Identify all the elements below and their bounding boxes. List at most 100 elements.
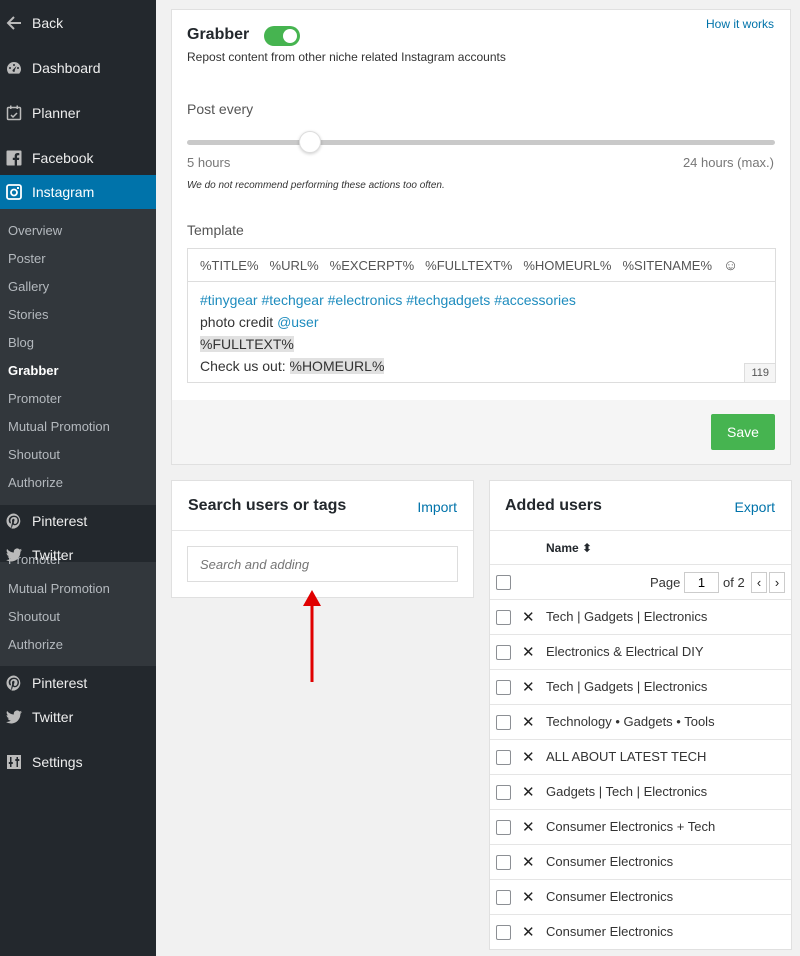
- remove-user-icon[interactable]: ✕: [522, 713, 535, 731]
- remove-user-icon[interactable]: ✕: [522, 678, 535, 696]
- sidebar-sub-promoter[interactable]: Promoter: [8, 391, 61, 406]
- grabber-panel: Grabber How it works Repost content from…: [171, 9, 791, 465]
- sidebar-sub-overview[interactable]: Overview: [8, 223, 62, 238]
- twitter-label: Twitter: [32, 547, 74, 563]
- facebook-icon: [6, 150, 22, 166]
- table-row: ✕ Tech | Gadgets | Electronics: [490, 670, 791, 705]
- template-variables-bar: %TITLE% %URL% %EXCERPT% %FULLTEXT% %HOME…: [188, 249, 775, 282]
- row-checkbox[interactable]: [496, 855, 511, 870]
- sidebar-sub-stories[interactable]: Stories: [8, 307, 48, 322]
- sidebar: Back Dashboard Planner Facebook Instagra…: [0, 0, 156, 956]
- back-link[interactable]: Back: [0, 10, 156, 36]
- user-name: ALL ABOUT LATEST TECH: [546, 749, 707, 764]
- row-checkbox[interactable]: [496, 680, 511, 695]
- page-number-input[interactable]: [684, 572, 719, 593]
- sidebar-sub-authorize-2[interactable]: Authorize: [8, 637, 63, 652]
- sidebar-sub-authorize[interactable]: Authorize: [8, 475, 63, 490]
- prev-page-button[interactable]: ‹: [751, 572, 767, 593]
- sidebar-sub-grabber[interactable]: Grabber: [8, 363, 59, 378]
- var-title[interactable]: %TITLE%: [200, 258, 259, 273]
- sidebar-item-instagram[interactable]: Instagram: [0, 175, 156, 209]
- page-label: Page: [650, 575, 681, 590]
- annotation-arrow-icon: [303, 590, 321, 682]
- pagination-row: Page of 2 ‹ ›: [490, 565, 791, 600]
- sidebar-sub-shoutout[interactable]: Shoutout: [8, 447, 60, 462]
- sidebar-item-pinterest-2[interactable]: Pinterest: [0, 670, 156, 696]
- grabber-title: Grabber: [187, 26, 250, 43]
- emoji-icon[interactable]: ☺: [723, 257, 738, 274]
- post-every-slider[interactable]: [187, 131, 775, 153]
- sidebar-sub-poster[interactable]: Poster: [8, 251, 46, 266]
- sidebar-sub-blog[interactable]: Blog: [8, 335, 34, 350]
- sidebar-sub-shoutout-2[interactable]: Shoutout: [8, 609, 60, 624]
- row-checkbox[interactable]: [496, 890, 511, 905]
- export-link[interactable]: Export: [735, 499, 775, 515]
- select-all-checkbox[interactable]: [496, 575, 511, 590]
- sidebar-sub-mutual-promotion[interactable]: Mutual Promotion: [8, 419, 110, 434]
- toggle-knob: [283, 29, 297, 43]
- user-name: Electronics & Electrical DIY: [546, 644, 704, 659]
- var-sitename[interactable]: %SITENAME%: [622, 258, 712, 273]
- arrow-left-icon: [6, 15, 22, 31]
- remove-user-icon[interactable]: ✕: [522, 783, 535, 801]
- remove-user-icon[interactable]: ✕: [522, 923, 535, 941]
- row-checkbox[interactable]: [496, 715, 511, 730]
- remove-user-icon[interactable]: ✕: [522, 608, 535, 626]
- row-checkbox[interactable]: [496, 750, 511, 765]
- row-checkbox[interactable]: [496, 925, 511, 940]
- table-row: ✕ Consumer Electronics: [490, 880, 791, 915]
- sidebar-item-twitter-2[interactable]: Twitter: [0, 704, 156, 730]
- sidebar-sub-mutual-promotion-2[interactable]: Mutual Promotion: [8, 581, 110, 596]
- table-row: ✕ Tech | Gadgets | Electronics: [490, 600, 791, 635]
- remove-user-icon[interactable]: ✕: [522, 643, 535, 661]
- pinterest-label-2: Pinterest: [32, 675, 88, 691]
- row-checkbox[interactable]: [496, 785, 511, 800]
- row-checkbox[interactable]: [496, 820, 511, 835]
- remove-user-icon[interactable]: ✕: [522, 853, 535, 871]
- sidebar-item-facebook[interactable]: Facebook: [0, 145, 156, 171]
- instagram-label: Instagram: [32, 184, 95, 200]
- table-row: ✕ Electronics & Electrical DIY: [490, 635, 791, 670]
- homeurl-token: %HOMEURL%: [289, 358, 385, 374]
- instagram-icon: [6, 184, 22, 200]
- slider-thumb[interactable]: [299, 131, 322, 153]
- table-row: ✕ Consumer Electronics + Tech: [490, 810, 791, 845]
- next-page-button[interactable]: ›: [769, 572, 785, 593]
- template-editor[interactable]: %TITLE% %URL% %EXCERPT% %FULLTEXT% %HOME…: [187, 248, 776, 383]
- template-textarea[interactable]: #tinygear #techgear #electronics #techga…: [200, 289, 576, 377]
- sidebar-sub-gallery[interactable]: Gallery: [8, 279, 49, 294]
- template-hashtags: #tinygear #techgear #electronics #techga…: [200, 292, 576, 308]
- var-excerpt[interactable]: %EXCERPT%: [330, 258, 415, 273]
- settings-label: Settings: [32, 754, 83, 770]
- sidebar-item-twitter[interactable]: Twitter: [0, 542, 156, 568]
- table-row: ✕ Consumer Electronics: [490, 845, 791, 880]
- remove-user-icon[interactable]: ✕: [522, 888, 535, 906]
- sidebar-item-dashboard[interactable]: Dashboard: [0, 55, 156, 81]
- settings-sliders-icon: [6, 754, 22, 770]
- row-checkbox[interactable]: [496, 610, 511, 625]
- user-name: Consumer Electronics: [546, 924, 674, 939]
- remove-user-icon[interactable]: ✕: [522, 748, 535, 766]
- var-homeurl[interactable]: %HOMEURL%: [523, 258, 611, 273]
- var-url[interactable]: %URL%: [270, 258, 319, 273]
- back-label: Back: [32, 15, 64, 31]
- name-column-sort[interactable]: Name ⬍: [546, 541, 592, 555]
- sidebar-item-pinterest[interactable]: Pinterest: [0, 508, 156, 534]
- twitter-icon: [6, 709, 22, 725]
- sidebar-item-settings[interactable]: Settings: [0, 749, 156, 775]
- save-button[interactable]: Save: [711, 414, 775, 450]
- remove-user-icon[interactable]: ✕: [522, 818, 535, 836]
- import-link[interactable]: Import: [417, 499, 457, 515]
- credit-user: @user: [277, 314, 319, 330]
- search-input[interactable]: [187, 546, 458, 582]
- var-fulltext[interactable]: %FULLTEXT%: [425, 258, 512, 273]
- facebook-label: Facebook: [32, 150, 94, 166]
- table-row: ✕ Gadgets | Tech | Electronics: [490, 775, 791, 810]
- sidebar-item-planner[interactable]: Planner: [0, 100, 156, 126]
- how-it-works-link[interactable]: How it works: [706, 17, 774, 31]
- grabber-enable-toggle[interactable]: [264, 26, 300, 46]
- row-checkbox[interactable]: [496, 645, 511, 660]
- user-name: Tech | Gadgets | Electronics: [546, 609, 708, 624]
- user-name: Tech | Gadgets | Electronics: [546, 679, 708, 694]
- dashboard-icon: [6, 60, 22, 76]
